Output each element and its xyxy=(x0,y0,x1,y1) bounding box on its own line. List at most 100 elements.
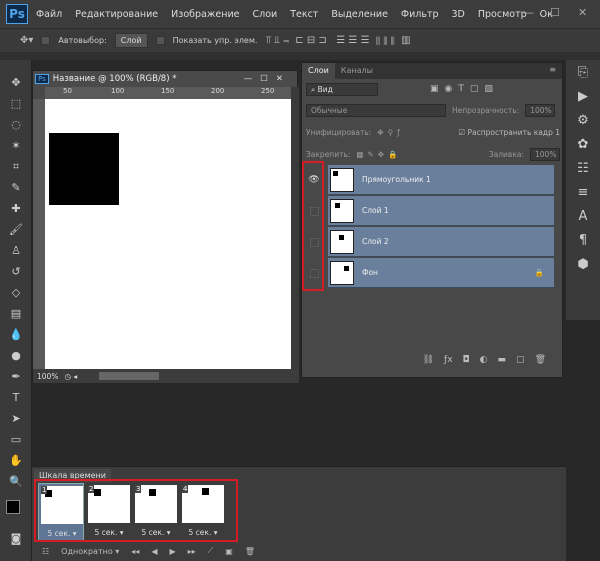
autoselect-select[interactable]: Слой xyxy=(114,33,148,48)
stamp-tool-icon[interactable]: ♙ xyxy=(0,240,32,261)
lock-icons[interactable]: ▩✎✥🔒 xyxy=(356,150,401,159)
prev-frame-icon[interactable]: ◀ xyxy=(151,547,157,556)
history-icon[interactable]: ⎘ xyxy=(566,60,600,84)
shape-tool-icon[interactable]: ▭ xyxy=(0,429,32,450)
brush-presets-icon[interactable]: ✿ xyxy=(566,132,600,156)
document-title-bar: Ps Название @ 100% (RGB/8) * —☐✕ xyxy=(33,71,297,87)
3d-cube-icon[interactable]: ⬢ xyxy=(566,252,600,276)
lasso-tool-icon[interactable]: ◌ xyxy=(0,114,32,135)
menu-text[interactable]: Текст xyxy=(290,9,318,20)
unify-icons[interactable]: ✥⚲ƒ xyxy=(377,128,403,137)
loop-select[interactable]: Однократно ▾ xyxy=(61,547,119,556)
new-layer-icon[interactable]: ▢ xyxy=(516,355,525,369)
opacity-input[interactable]: 100% xyxy=(525,103,556,117)
menu-layers[interactable]: Слои xyxy=(252,9,277,20)
status-menu-icon[interactable]: ◷ ◂ xyxy=(64,372,77,381)
layer-row[interactable]: Прямоугольник 1 xyxy=(328,165,554,195)
pen-tool-icon[interactable]: ✒ xyxy=(0,366,32,387)
hand-tool-icon[interactable]: ✋ xyxy=(0,450,32,471)
minimize-button[interactable]: — xyxy=(523,6,534,19)
next-frame-icon[interactable]: ▸▸ xyxy=(188,547,196,556)
ruler-tick: 200 xyxy=(211,87,225,95)
move-tool-icon[interactable]: ✥ xyxy=(0,72,32,93)
fill-input[interactable]: 100% xyxy=(530,147,560,161)
layer-name: Фон xyxy=(362,268,378,277)
unify-label: Унифицировать: xyxy=(306,127,372,137)
menu-file[interactable]: Файл xyxy=(36,9,62,20)
maximize-button[interactable]: ☐ xyxy=(550,6,560,19)
menu-select[interactable]: Выделение xyxy=(331,9,388,20)
fx-icon[interactable]: ƒx xyxy=(444,355,453,369)
zoom-level[interactable]: 100% xyxy=(37,372,58,381)
highlight-frames xyxy=(34,479,238,542)
character-icon[interactable]: A xyxy=(566,204,600,228)
timeline-controls: ☷ Однократно ▾ ◂◂ ◀ ▶ ▸▸ ⟋ ▣ 🗑 xyxy=(32,543,566,559)
tween-icon[interactable]: ⟋ xyxy=(208,546,214,556)
adjustments-icon[interactable]: ☷ xyxy=(566,156,600,180)
align-icons[interactable]: ⫪ ⫫ ⫬ ⊏ ⊟ ⊐ ☰ ☰ ☰ ⦀ ⦀ ⦀ ▥ xyxy=(265,35,410,46)
link-icon[interactable]: ⛓ xyxy=(423,355,434,369)
healing-brush-icon[interactable]: ✚ xyxy=(0,198,32,219)
trash-icon[interactable]: 🗑 xyxy=(535,355,546,369)
delete-frame-icon[interactable]: 🗑 xyxy=(245,547,255,556)
filter-icons[interactable]: ▣◉T▢▨ xyxy=(430,84,499,94)
dodge-icon[interactable]: ● xyxy=(0,345,32,366)
layer-filter-select[interactable]: ⌕ Вид xyxy=(306,82,378,96)
layer-row[interactable]: Слой 2 xyxy=(328,227,554,257)
menu-3d[interactable]: 3D xyxy=(452,9,465,20)
convert-icon[interactable]: ☷ xyxy=(42,547,49,556)
play-icon[interactable]: ▶ xyxy=(169,547,175,556)
properties-icon[interactable]: ⚙ xyxy=(566,108,600,132)
first-frame-icon[interactable]: ◂◂ xyxy=(131,547,139,556)
highlight-visibility xyxy=(302,161,324,291)
adjustment-icon[interactable]: ◐ xyxy=(480,355,488,369)
blend-mode-select[interactable]: Обычные xyxy=(306,103,446,117)
blur-icon[interactable]: 💧 xyxy=(0,324,32,345)
foreground-color-swatch[interactable] xyxy=(6,500,20,514)
menu-image[interactable]: Изображение xyxy=(171,9,239,20)
fill-label: Заливка: xyxy=(488,149,524,159)
history-brush-icon[interactable]: ↺ xyxy=(0,261,32,282)
panel-strip xyxy=(0,52,600,60)
gradient-icon[interactable]: ▤ xyxy=(0,303,32,324)
path-select-icon[interactable]: ➤ xyxy=(0,408,32,429)
menu-edit[interactable]: Редактирование xyxy=(75,9,158,20)
horizontal-scrollbar[interactable] xyxy=(99,372,160,380)
mask-icon[interactable]: ◘ xyxy=(463,355,470,369)
magic-wand-icon[interactable]: ✶ xyxy=(0,135,32,156)
crop-tool-icon[interactable]: ⌗ xyxy=(0,156,32,177)
duplicate-frame-icon[interactable]: ▣ xyxy=(225,547,233,556)
actions-play-icon[interactable]: ▶ xyxy=(566,84,600,108)
vertical-scrollbar[interactable] xyxy=(291,87,299,369)
close-button[interactable]: ✕ xyxy=(578,6,587,19)
folder-icon[interactable]: ▬ xyxy=(498,355,507,369)
brush-tool-icon[interactable]: 🖌 xyxy=(0,219,32,240)
layer-row[interactable]: Фон 🔒 xyxy=(328,258,554,288)
eyedropper-icon[interactable]: ✎ xyxy=(0,177,32,198)
tab-channels[interactable]: Каналы xyxy=(335,63,379,79)
lock-icon: 🔒 xyxy=(534,268,544,277)
sliders-icon[interactable]: ≡ xyxy=(566,180,600,204)
menu-view[interactable]: Просмотр xyxy=(478,9,527,20)
menu-filter[interactable]: Фильтр xyxy=(401,9,439,20)
tab-layers[interactable]: Слои xyxy=(302,63,335,79)
eraser-icon[interactable]: ◇ xyxy=(0,282,32,303)
tools-panel: ✥ ⬚ ◌ ✶ ⌗ ✎ ✚ 🖌 ♙ ↺ ◇ ▤ 💧 ● ✒ T ➤ ▭ ✋ 🔍 … xyxy=(0,60,32,561)
type-tool-icon[interactable]: T xyxy=(0,387,32,408)
move-tool-icon[interactable]: ✥▾ xyxy=(20,35,33,46)
show-transform-checkbox[interactable] xyxy=(155,36,165,45)
panel-menu-icon[interactable]: ≡ xyxy=(543,63,562,79)
layer-row[interactable]: Слой 1 xyxy=(328,196,554,226)
propagate-checkbox[interactable]: ☑ Распространить кадр 1 xyxy=(458,128,560,137)
document-status-bar: 100% ◷ ◂ xyxy=(33,369,299,383)
ruler-tick: 100 xyxy=(111,87,125,95)
layer-name: Слой 2 xyxy=(362,237,389,246)
paragraph-icon[interactable]: ¶ xyxy=(566,228,600,252)
zoom-tool-icon[interactable]: 🔍 xyxy=(0,471,32,492)
document-window-controls[interactable]: —☐✕ xyxy=(244,74,291,84)
canvas[interactable] xyxy=(45,99,293,369)
marquee-tool-icon[interactable]: ⬚ xyxy=(0,93,32,114)
horizontal-ruler: 50 100 150 200 250 xyxy=(45,87,291,99)
autoselect-checkbox[interactable] xyxy=(41,36,51,45)
quick-mask-icon[interactable]: ◙ xyxy=(0,528,32,549)
